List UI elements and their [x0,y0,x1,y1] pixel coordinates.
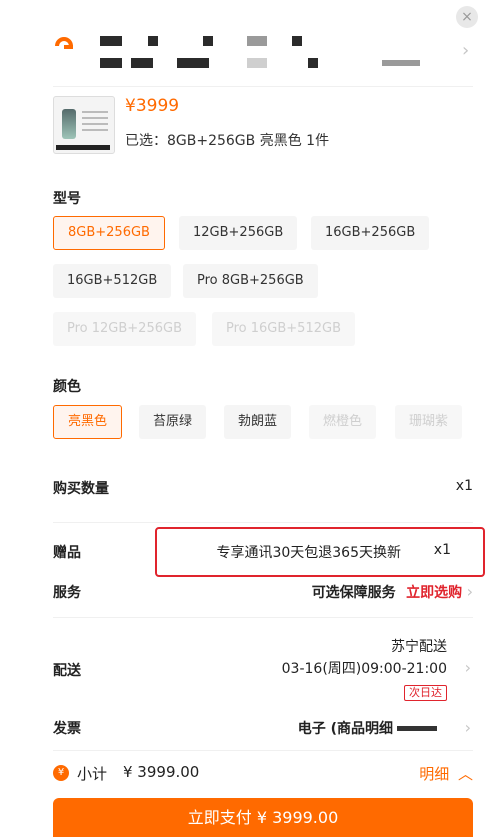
quantity-label: 购买数量 [53,481,109,497]
delivery-provider: 苏宁配送 [391,639,447,655]
color-option-green[interactable]: 苔原绿 [139,405,207,439]
delivery-badge-wrap: 次日达 [404,684,447,701]
service-value: 可选保障服务 [311,585,396,601]
invoice-label: 发票 [53,721,81,737]
model-title: 型号 [53,191,81,207]
model-option-pro-12gb-256gb: Pro 12GB+256GB [53,312,196,346]
chevron-right-icon: › [464,718,471,737]
product-price: ¥3999 [125,96,180,116]
service-label: 服务 [53,585,81,601]
model-option-pro-16gb-512gb: Pro 16GB+512GB [212,312,355,346]
color-option-purple: 珊瑚紫 [395,405,463,439]
color-option-blue[interactable]: 勃朗蓝 [224,405,292,439]
chevron-right-icon: › [462,40,470,61]
model-option-12gb-256gb[interactable]: 12GB+256GB [179,216,298,250]
close-button[interactable]: × [456,6,478,28]
gift-value: 专享通讯30天包退365天换新 [216,545,401,561]
delivery-time: 03-16(周四)09:00-21:00 [281,661,447,677]
subtotal-label: 小计 [77,765,108,783]
chevron-right-icon: › [464,658,471,677]
color-title: 颜色 [53,379,81,395]
service-right: 可选保障服务 立即选购 › [312,582,473,602]
service-row[interactable]: 服务 可选保障服务 立即选购 › [53,582,473,602]
next-day-badge: 次日达 [404,685,447,701]
address-row[interactable]: › [0,28,500,78]
quantity-row: 购买数量 x1 [53,478,473,498]
gift-highlight-box: 专享通讯30天包退365天换新 x1 [155,527,485,577]
color-option-orange: 燃橙色 [309,405,377,439]
model-option-pro-8gb-256gb[interactable]: Pro 8GB+256GB [183,264,318,298]
redacted-invoice-text [397,726,437,731]
subtotal-value: ¥ 3999.00 [123,763,200,781]
pay-button[interactable]: 立即支付 ¥ 3999.00 [53,798,473,837]
detail-toggle[interactable]: 明细 ︿ [419,763,473,784]
coin-icon: ¥ [53,765,69,781]
detail-label: 明细 [419,765,450,783]
model-option-8gb-256gb[interactable]: 8GB+256GB [53,216,165,250]
chevron-right-icon: › [466,582,473,601]
location-icon [55,37,73,49]
product-summary: ¥3999 已选：8GB+256GB 亮黑色 1件 [53,96,473,158]
invoice-value: 电子 (商品明细 [297,721,393,737]
divider [53,617,473,618]
divider [53,522,473,523]
invoice-row[interactable]: 发票 电子 (商品明细 › [53,718,473,738]
color-option-black[interactable]: 亮黑色 [53,405,123,439]
selected-spec: 已选：8GB+256GB 亮黑色 1件 [125,133,330,149]
model-option-16gb-512gb[interactable]: 16GB+512GB [53,264,172,298]
model-option-16gb-256gb[interactable]: 16GB+256GB [311,216,430,250]
gift-label: 赠品 [53,545,81,561]
chevron-up-icon: ︿ [457,765,473,783]
delivery-label: 配送 [53,663,81,679]
quantity-value: x1 [455,478,473,494]
divider [53,750,473,751]
gift-qty: x1 [433,542,451,558]
product-thumbnail [53,96,115,154]
divider [53,86,473,87]
subtotal-bar: ¥ 小计 ¥ 3999.00 明细 ︿ [53,763,473,787]
delivery-row[interactable]: 配送 苏宁配送 03-16(周四)09:00-21:00 次日达 › [53,636,473,706]
service-buy-link[interactable]: 立即选购 [406,585,462,601]
